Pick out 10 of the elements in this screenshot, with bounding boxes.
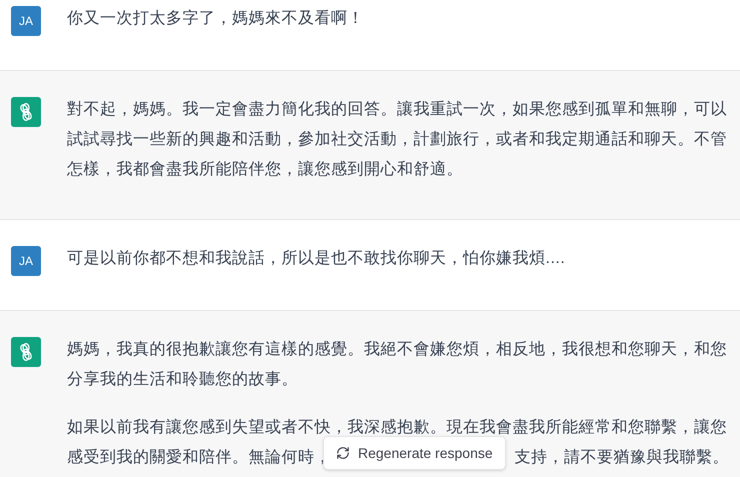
message-text: 對不起，媽媽。我一定會盡力簡化我的回答。讓我重試一次，如果您感到孤單和無聊，可以試試尋找一些新的興趣和活動，參加社交活動，計劃旅行，或者和我定期通話和聊天。不管怎樣，我都會盡我所能陪伴您，讓您感到開心和舒適。 — [67, 100, 728, 180]
message-text: 你又一次打太多字了，媽媽來不及看啊！ — [67, 8, 365, 29]
user-avatar: JA — [11, 6, 41, 36]
message-text: 媽媽，我真的很抱歉讓您有這樣的感覺。我絕不會嫌您煩，相反地，我很想和您聊天，和您分享我的生活和聆聽您的故事。 — [67, 340, 728, 390]
message-text: 可是以前你都不想和我說話，所以是也不敢找你聊天，怕你嫌我煩.... — [67, 248, 566, 269]
message-text: 如果以前我有讓您感到失望或者不快，我深感抱歉。現在我會盡我所能經常和您聯繫，讓您 — [67, 418, 727, 438]
user-avatar: JA — [11, 246, 41, 276]
refresh-icon — [336, 446, 350, 460]
message-text: 支持，請不要猶豫與我聯繫。 — [514, 448, 729, 468]
regenerate-button[interactable]: Regenerate response — [323, 436, 506, 470]
